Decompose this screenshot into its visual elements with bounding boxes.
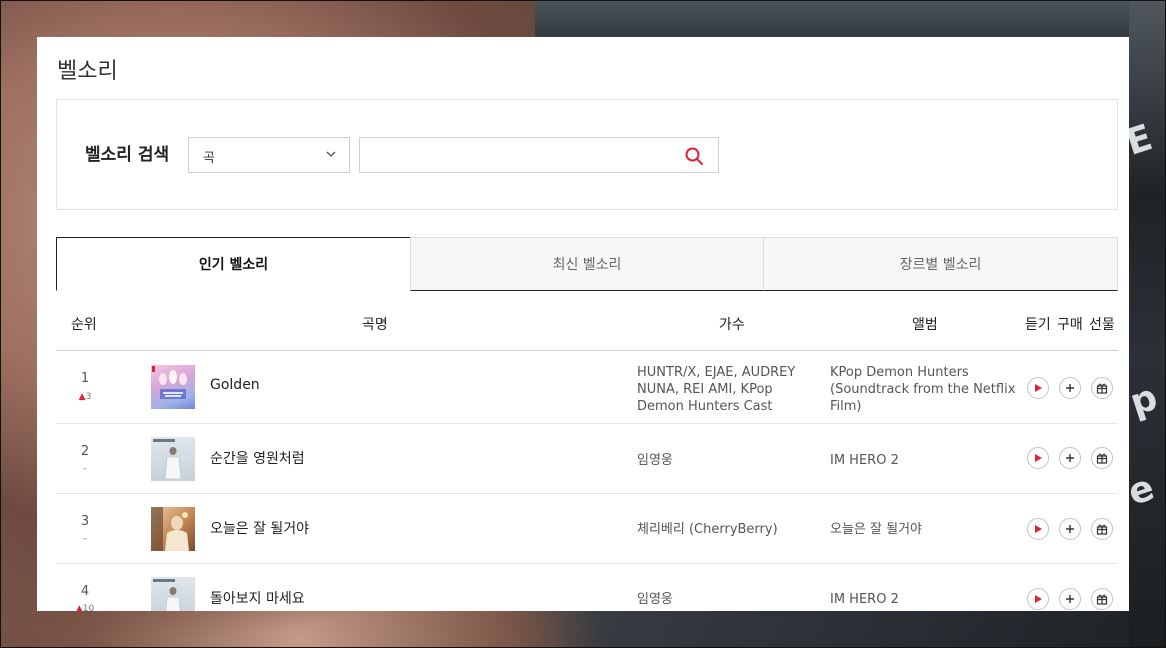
background-photo-right: E p e — [1129, 0, 1166, 648]
play-icon — [1035, 454, 1042, 462]
tab-popular[interactable]: 인기 벨소리 — [56, 237, 411, 291]
table-row: 3 – 오늘은 잘 될거야 체리베리 (CherryBerry) 오늘은 잘 될… — [56, 494, 1118, 564]
header-buy: 구매 — [1057, 317, 1083, 333]
tab-bar: 인기 벨소리 최신 벨소리 장르별 벨소리 — [56, 237, 1118, 291]
search-box: 벨소리 검색 곡 — [56, 99, 1118, 210]
artist-name[interactable]: 임영웅 — [637, 452, 817, 469]
rank-change: ▲3 — [78, 392, 92, 402]
plus-icon — [1066, 454, 1074, 462]
add-button[interactable] — [1059, 447, 1081, 469]
plus-icon — [1066, 384, 1074, 392]
gift-button[interactable] — [1091, 518, 1113, 540]
tab-genre[interactable]: 장르별 벨소리 — [763, 237, 1118, 291]
rank-number: 4 — [80, 584, 90, 599]
album-name[interactable]: IM HERO 2 — [830, 591, 1026, 608]
play-icon — [1035, 525, 1042, 533]
rank-change: – — [82, 464, 88, 474]
header-song: 곡명 — [362, 317, 388, 333]
page-title: 벨소리 — [57, 59, 118, 84]
song-title[interactable]: 오늘은 잘 될거야 — [210, 518, 309, 538]
album-art — [153, 579, 181, 611]
search-icon[interactable] — [684, 146, 704, 166]
gift-button[interactable] — [1091, 447, 1113, 469]
row-actions — [1027, 518, 1117, 540]
row-actions — [1027, 377, 1117, 399]
plus-icon — [1066, 595, 1074, 603]
album-cover[interactable] — [151, 437, 195, 481]
add-button[interactable] — [1059, 588, 1081, 610]
tab-latest[interactable]: 최신 벨소리 — [410, 237, 764, 291]
header-album: 앨범 — [912, 317, 938, 333]
play-button[interactable] — [1027, 377, 1049, 399]
background-photo-top — [535, 0, 1166, 37]
arrow-up-icon: ▲ — [75, 604, 83, 611]
row-actions — [1027, 447, 1117, 469]
play-button[interactable] — [1027, 588, 1049, 610]
gift-button[interactable] — [1091, 588, 1113, 610]
artist-name[interactable]: 임영웅 — [637, 591, 817, 608]
play-icon — [1035, 384, 1042, 392]
album-art — [152, 366, 187, 399]
rank-number: 1 — [80, 371, 90, 386]
gift-icon — [1096, 383, 1108, 394]
search-type-select[interactable]: 곡 — [188, 137, 350, 173]
artist-name[interactable]: 체리베리 (CherryBerry) — [637, 521, 817, 538]
album-art — [153, 439, 182, 480]
artist-name[interactable]: HUNTR/X, EJAE, AUDREY NUNA, REI AMI, KPo… — [637, 364, 817, 415]
album-name[interactable]: 오늘은 잘 될거야 — [830, 521, 1026, 538]
header-rank: 순위 — [71, 317, 97, 333]
rank-number: 2 — [80, 444, 90, 459]
table-row: 1 ▲3 Golden HUNTR/X, EJAE, AUDREY NUNA, … — [56, 352, 1118, 424]
header-gift: 선물 — [1089, 317, 1115, 333]
play-button[interactable] — [1027, 447, 1049, 469]
search-input[interactable] — [360, 138, 670, 172]
add-button[interactable] — [1059, 518, 1081, 540]
table-row: 2 – 순간을 영원처럼 임영웅 IM HERO 2 — [56, 424, 1118, 494]
album-art — [151, 507, 189, 551]
plus-icon — [1066, 525, 1074, 533]
rank-change: – — [82, 534, 88, 544]
album-cover[interactable] — [151, 577, 195, 611]
gift-icon — [1096, 594, 1108, 605]
arrow-up-icon: ▲ — [78, 392, 86, 402]
table-header: 순위 곡명 가수 앨범 듣기 구매 선물 — [56, 291, 1118, 351]
ringtone-panel: 벨소리 벨소리 검색 곡 인기 벨소리 최신 벨소리 장르별 벨소리 순위 곡명… — [37, 37, 1129, 611]
search-label: 벨소리 검색 — [85, 145, 170, 165]
song-title[interactable]: 순간을 영원처럼 — [210, 448, 305, 468]
gift-icon — [1096, 453, 1108, 464]
song-title[interactable]: 돌아보지 마세요 — [210, 588, 305, 608]
song-title[interactable]: Golden — [210, 377, 260, 393]
search-type-value: 곡 — [203, 151, 215, 166]
header-listen: 듣기 — [1025, 317, 1051, 333]
gift-button[interactable] — [1091, 377, 1113, 399]
rank-number: 3 — [80, 514, 90, 529]
album-cover[interactable] — [151, 365, 195, 409]
row-actions — [1027, 588, 1117, 610]
rank-change: ▲10 — [56, 604, 114, 611]
search-input-wrap — [359, 137, 719, 173]
header-artist: 가수 — [719, 317, 745, 333]
chevron-down-icon — [326, 151, 336, 157]
table-row: 4 ▲10 돌아보지 마세요 임영웅 IM HERO 2 — [56, 564, 1118, 611]
album-name[interactable]: IM HERO 2 — [830, 452, 1026, 469]
add-button[interactable] — [1059, 377, 1081, 399]
play-icon — [1035, 595, 1042, 603]
album-cover[interactable] — [151, 507, 195, 551]
play-button[interactable] — [1027, 518, 1049, 540]
album-name[interactable]: KPop Demon Hunters (Soundtrack from the … — [830, 364, 1026, 415]
gift-icon — [1096, 524, 1108, 535]
